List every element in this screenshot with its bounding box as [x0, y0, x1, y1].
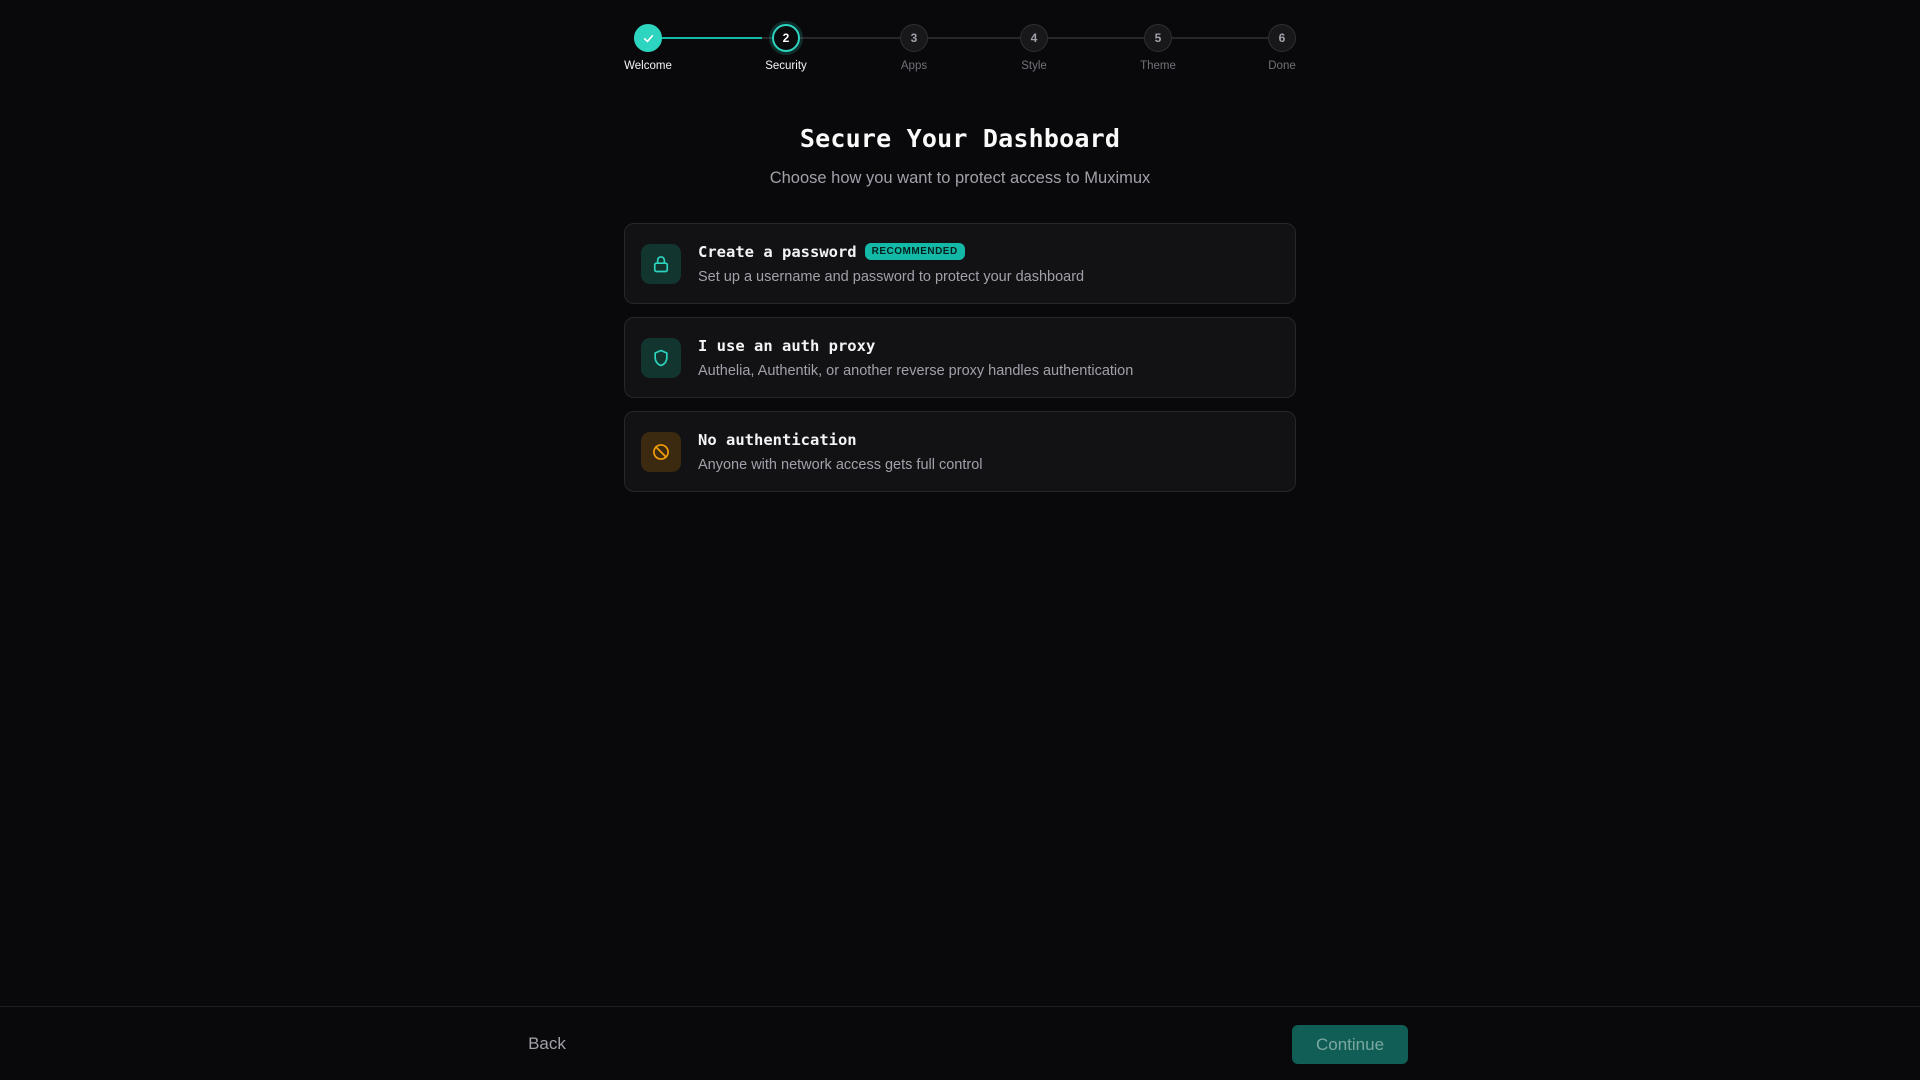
no-entry-icon [641, 431, 681, 472]
continue-button[interactable]: Continue [1292, 1025, 1408, 1064]
option-auth-proxy[interactable]: I use an auth proxy Authelia, Authentik,… [624, 317, 1296, 398]
step-label: Welcome [624, 60, 672, 72]
step-label: Apps [900, 60, 928, 72]
recommended-badge: RECOMMENDED [864, 243, 965, 260]
step-number: 3 [900, 24, 928, 52]
option-create-password[interactable]: Create a password RECOMMENDED Set up a u… [624, 223, 1296, 304]
step-done[interactable]: 6 Done [1242, 24, 1322, 72]
step-style[interactable]: 4 Style [994, 24, 1074, 72]
auth-options-list: Create a password RECOMMENDED Set up a u… [624, 223, 1296, 492]
step-number: 5 [1144, 24, 1172, 52]
option-title: No authentication [698, 430, 857, 449]
option-title: Create a password [698, 242, 857, 261]
step-label: Theme [1140, 60, 1176, 72]
step-label: Style [1021, 60, 1047, 72]
option-description: Set up a username and password to protec… [698, 268, 1085, 285]
page-title: Secure Your Dashboard [799, 124, 1121, 153]
option-description: Authelia, Authentik, or another reverse … [698, 362, 1134, 379]
check-icon [634, 24, 662, 52]
step-label: Done [1268, 60, 1296, 72]
step-theme[interactable]: 5 Theme [1118, 24, 1198, 72]
lock-icon [641, 243, 681, 284]
step-label: Security [765, 60, 807, 72]
step-number: 6 [1268, 24, 1296, 52]
setup-wizard-page: Welcome 2 Security 3 Apps 4 Style 5 Them… [0, 0, 1920, 1080]
step-number: 4 [1020, 24, 1048, 52]
back-button[interactable]: Back [510, 1025, 584, 1063]
shield-icon [641, 337, 681, 378]
option-title: I use an auth proxy [698, 336, 876, 355]
step-security[interactable]: 2 Security [746, 24, 826, 72]
step-number: 2 [772, 24, 800, 52]
step-welcome[interactable]: Welcome [608, 24, 688, 72]
page-subtitle: Choose how you want to protect access to… [769, 169, 1151, 187]
wizard-footer: Back Continue [0, 1006, 1920, 1080]
option-description: Anyone with network access gets full con… [698, 456, 983, 473]
step-apps[interactable]: 3 Apps [874, 24, 954, 72]
option-no-authentication[interactable]: No authentication Anyone with network ac… [624, 411, 1296, 492]
progress-stepper: Welcome 2 Security 3 Apps 4 Style 5 Them… [624, 24, 1296, 80]
